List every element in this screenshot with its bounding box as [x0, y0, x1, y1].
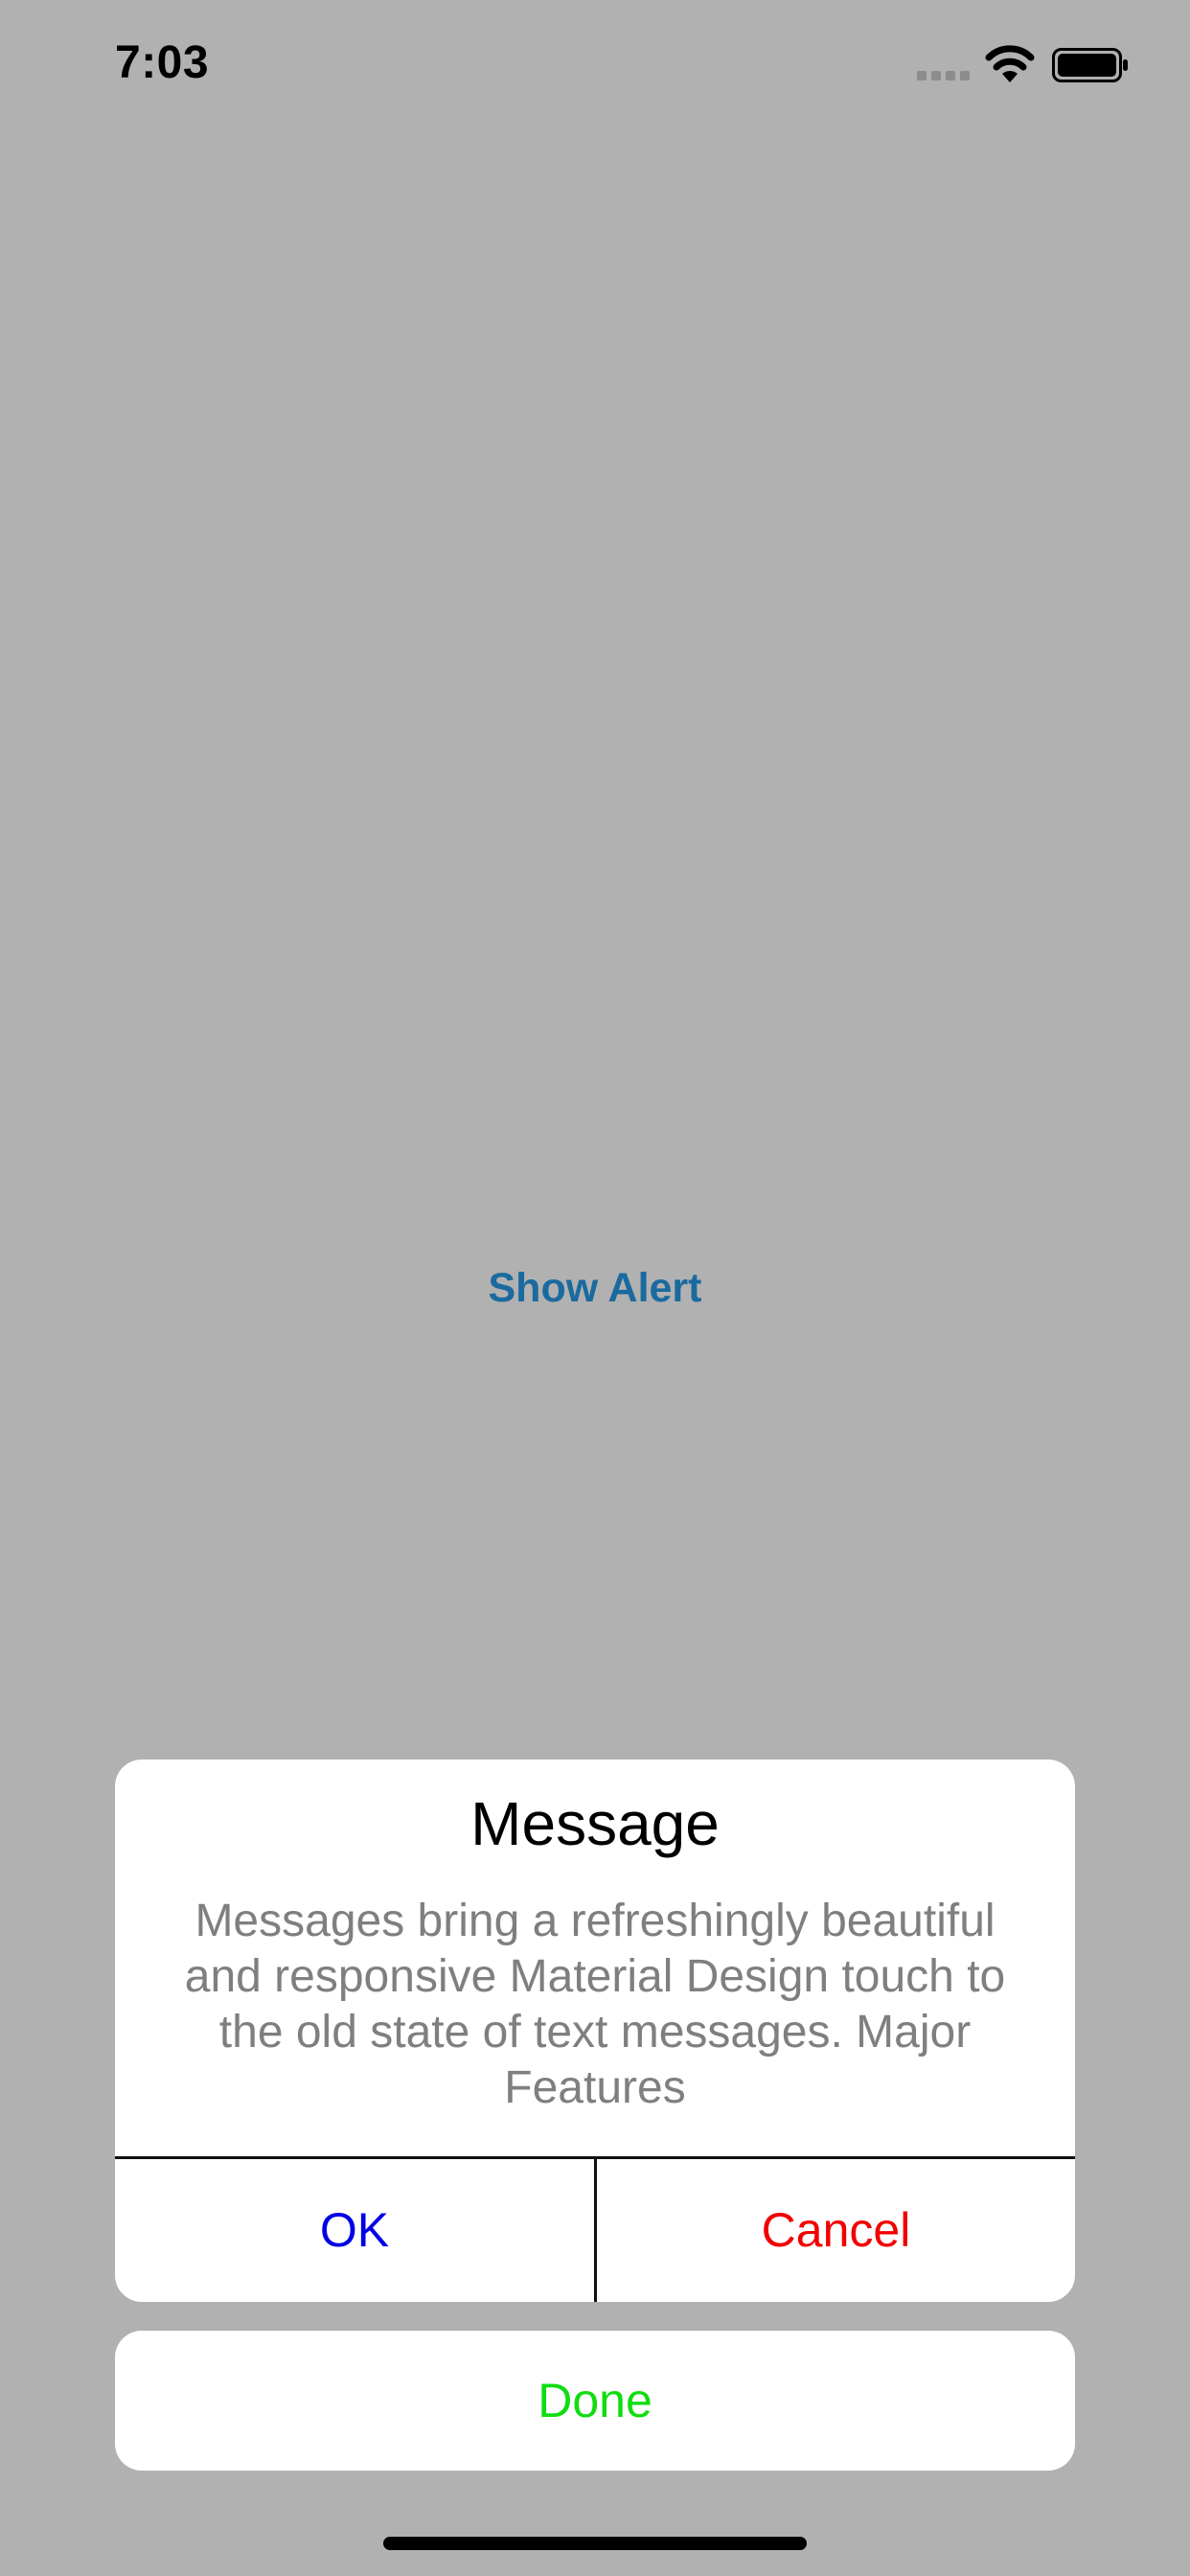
show-alert-button[interactable]: Show Alert — [451, 1257, 739, 1319]
done-button[interactable]: Done — [115, 2331, 1075, 2471]
cancel-button[interactable]: Cancel — [597, 2159, 1075, 2302]
home-indicator[interactable] — [383, 2537, 807, 2550]
ok-button[interactable]: OK — [115, 2159, 594, 2302]
status-time: 7:03 — [115, 37, 210, 88]
wifi-icon — [985, 45, 1035, 82]
battery-icon — [1052, 48, 1128, 82]
alert-title: Message — [470, 1789, 720, 1858]
status-bar: 7:03 — [0, 0, 1190, 125]
alert-message: Messages bring a refreshingly beautiful … — [184, 1896, 1006, 2113]
alert-dialog: Message Messages bring a refreshingly be… — [115, 1760, 1075, 2302]
cellular-signal-icon — [917, 71, 970, 80]
